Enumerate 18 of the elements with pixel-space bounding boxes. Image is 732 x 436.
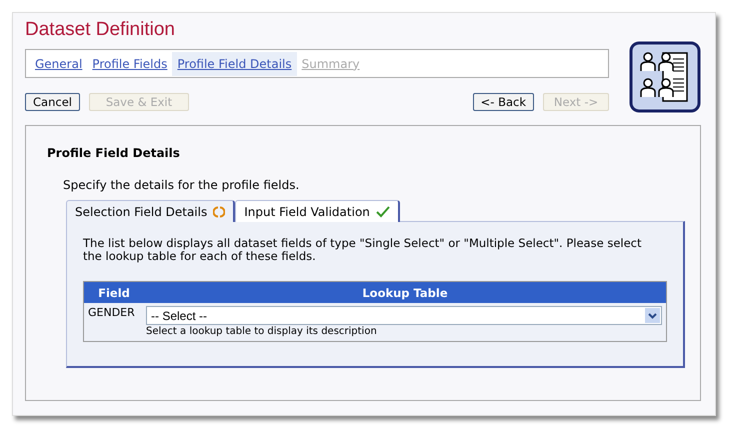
column-header: Lookup Table — [361, 286, 449, 300]
lookup-hint: Select a lookup table to display its description — [146, 326, 378, 337]
step-link[interactable]: Profile Fields — [87, 52, 172, 76]
cancel-button[interactable]: Cancel — [25, 93, 80, 111]
tab[interactable]: Selection Field Details — [66, 200, 236, 222]
column-header: Field — [97, 286, 131, 300]
lookup-dropdown[interactable]: -- Select -- — [146, 306, 662, 325]
step-link[interactable]: Profile Field Details — [172, 52, 297, 76]
chevron-down-icon — [645, 308, 660, 323]
back-button[interactable]: <- Back — [472, 93, 534, 111]
people-board-icon — [629, 41, 701, 113]
section-description: Specify the details for the profile fields. — [63, 178, 300, 192]
tab-description: The list below displays all dataset fields of type "Single Select" or "Multiple Select". Please select the lookup table for each of these fields. — [83, 237, 642, 263]
field-name: GENDER — [88, 306, 136, 321]
tab[interactable]: Input Field Validation — [235, 200, 400, 222]
step-link[interactable]: General — [30, 52, 88, 76]
section-heading: Profile Field Details — [47, 146, 181, 160]
page-title: Dataset Definition — [25, 19, 176, 41]
